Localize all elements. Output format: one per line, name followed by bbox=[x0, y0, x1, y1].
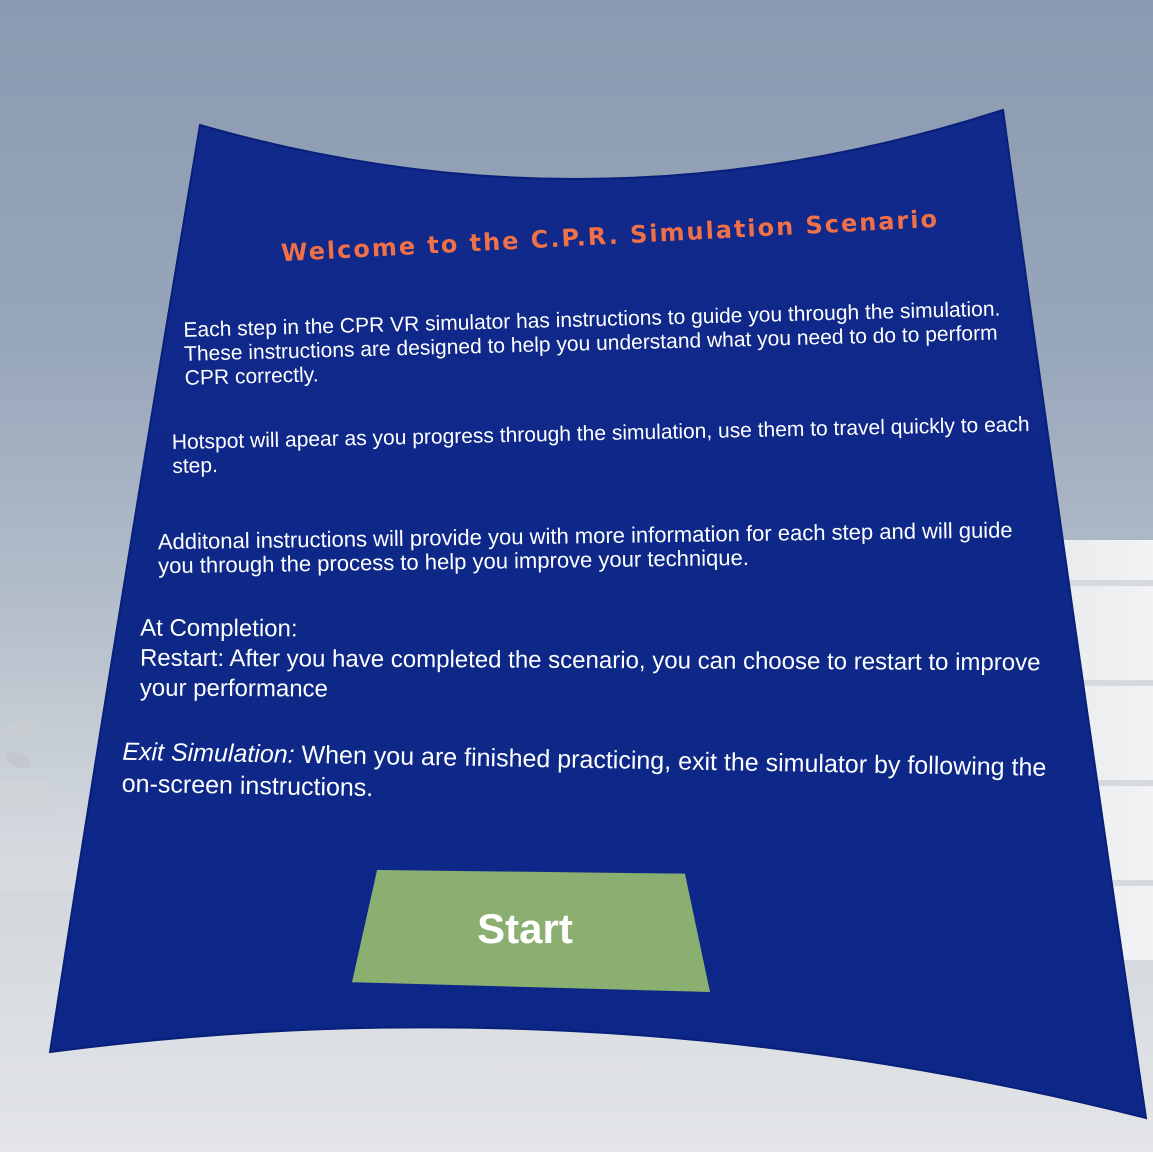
exit-section: Exit Simulation: When you are finished p… bbox=[122, 736, 1073, 817]
start-button[interactable]: Start bbox=[352, 870, 710, 992]
steps-paragraph: Each step in the CPR VR simulator has in… bbox=[183, 297, 1001, 390]
restart-paragraph: Restart: After you have completed the sc… bbox=[139, 644, 1041, 703]
exit-lead: Exit Simulation: bbox=[122, 737, 295, 769]
completion-heading: At Completion: bbox=[140, 614, 298, 643]
additional-instructions-paragraph: Additonal instructions will provide you … bbox=[157, 517, 1013, 579]
instruction-panel: Welcome to the C.P.R. Simulation Scenari… bbox=[120, 130, 1080, 1030]
completion-section: At Completion: Restart: After you have c… bbox=[140, 614, 1070, 709]
hotspot-paragraph: Hotspot will apear as you progress throu… bbox=[171, 413, 1030, 479]
panel-title: Welcome to the C.P.R. Simulation Scenari… bbox=[280, 204, 940, 268]
start-button-label: Start bbox=[477, 905, 573, 952]
